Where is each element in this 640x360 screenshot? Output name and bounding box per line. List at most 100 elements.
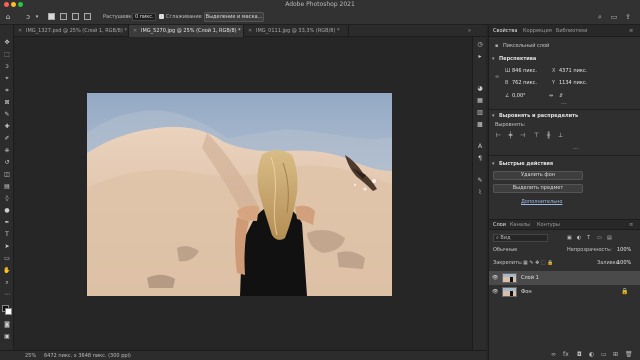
align-left-icon[interactable]: ⊢ bbox=[495, 133, 502, 139]
link-dimensions-icon[interactable]: ∞ bbox=[495, 74, 499, 80]
frame-tool-icon[interactable]: ⊠ bbox=[3, 99, 11, 107]
align-bottom-icon[interactable]: ⊥ bbox=[557, 133, 564, 139]
document-info[interactable]: 6472 пикс. x 3648 пикс. (300 ppi) bbox=[44, 353, 131, 359]
remove-background-button[interactable]: Удалить фон bbox=[493, 171, 583, 180]
paragraph-panel-icon[interactable]: ¶ bbox=[476, 155, 484, 163]
tab-img-5270[interactable]: ✕ IMG_5270.jpg @ 25% (Слой 1, RGB/8) * bbox=[129, 25, 244, 37]
filter-type-icon[interactable]: T bbox=[587, 235, 590, 241]
layer-name[interactable]: Фон bbox=[521, 289, 532, 295]
lasso-icon[interactable]: ↄ bbox=[3, 63, 11, 71]
shape-tool-icon[interactable]: ▭ bbox=[3, 255, 11, 263]
tab-adjustments[interactable]: Коррекция bbox=[523, 25, 552, 37]
lasso-tool-icon[interactable]: ↄ bbox=[24, 13, 32, 21]
layer-filter-select[interactable]: ⌕ Вид bbox=[493, 234, 548, 242]
layer-row[interactable]: 👁 Слой 1 bbox=[489, 271, 640, 285]
document-image[interactable] bbox=[87, 93, 392, 296]
brushes-panel-icon[interactable]: ⌇ bbox=[476, 189, 484, 197]
share-icon[interactable]: ⇪ bbox=[624, 13, 632, 21]
tab-properties[interactable]: Свойства bbox=[493, 25, 517, 37]
select-and-mask-button[interactable]: Выделение и маска... bbox=[204, 12, 264, 22]
canvas-area[interactable] bbox=[14, 37, 486, 350]
filter-smart-icon[interactable]: ▤ bbox=[607, 235, 612, 241]
close-icon[interactable]: ✕ bbox=[133, 25, 137, 37]
tab-channels[interactable]: Каналы bbox=[510, 219, 530, 231]
visibility-eye-icon[interactable]: 👁 bbox=[492, 289, 498, 295]
layer-row[interactable]: 👁 Фон 🔒 bbox=[489, 285, 640, 299]
zoom-level[interactable]: 25% bbox=[25, 353, 36, 359]
search-icon[interactable]: ⌕ bbox=[596, 13, 604, 21]
color-panel-icon[interactable]: ◕ bbox=[476, 85, 484, 93]
add-mask-icon[interactable]: ◘ bbox=[577, 351, 582, 358]
angle-value[interactable]: 0,00° bbox=[512, 93, 526, 99]
panel-menu-icon[interactable]: ≡ bbox=[629, 219, 633, 231]
opacity-value[interactable]: 100% bbox=[617, 247, 631, 253]
blur-tool-icon[interactable]: ◊ bbox=[3, 195, 11, 203]
width-value[interactable]: 846 пикс. bbox=[512, 68, 537, 74]
blend-mode-select[interactable]: Обычные bbox=[493, 247, 517, 253]
actions-panel-icon[interactable]: ▸ bbox=[476, 53, 484, 61]
flip-horizontal-icon[interactable]: ⇹ bbox=[549, 93, 553, 99]
align-middle-v-icon[interactable]: ╫ bbox=[545, 133, 552, 139]
more-tools-icon[interactable]: ⋯ bbox=[3, 291, 11, 299]
chevron-down-icon[interactable]: ▾ bbox=[492, 113, 495, 119]
tab-img-0111[interactable]: ✕ IMG_0111.jpg @ 33,3% (RGB/8) * bbox=[244, 25, 349, 37]
layer-name[interactable]: Слой 1 bbox=[521, 275, 539, 281]
link-layers-icon[interactable]: ∞ bbox=[551, 351, 556, 358]
tabs-overflow-icon[interactable]: » bbox=[464, 25, 484, 37]
workspace-icon[interactable]: ▭ bbox=[610, 13, 618, 21]
adjustment-layer-icon[interactable]: ◐ bbox=[589, 351, 594, 358]
tab-img-1327[interactable]: ✕ IMG_1327.psd @ 25% (Слой 1, RGB/8) * bbox=[14, 25, 129, 37]
tab-libraries[interactable]: Библиотеки bbox=[556, 25, 588, 37]
tab-paths[interactable]: Контуры bbox=[537, 219, 560, 231]
pen-tool-icon[interactable]: ✒ bbox=[3, 219, 11, 227]
marquee-tool-icon[interactable]: ⬚ bbox=[3, 51, 11, 59]
align-top-icon[interactable]: ⊤ bbox=[533, 133, 540, 139]
gradients-panel-icon[interactable]: ▥ bbox=[476, 109, 484, 117]
more-options-icon[interactable]: ··· bbox=[561, 101, 567, 108]
chevron-down-icon[interactable]: ▾ bbox=[492, 161, 495, 167]
chevron-down-icon[interactable]: ▾ bbox=[33, 13, 41, 21]
align-right-icon[interactable]: ⊣ bbox=[519, 133, 526, 139]
history-panel-icon[interactable]: ◷ bbox=[476, 41, 484, 49]
dodge-tool-icon[interactable]: ● bbox=[3, 207, 11, 215]
delete-layer-icon[interactable]: 🗑 bbox=[625, 351, 633, 358]
eyedropper-icon[interactable]: ✎ bbox=[3, 111, 11, 119]
more-options-icon[interactable]: ··· bbox=[573, 146, 579, 153]
visibility-eye-icon[interactable]: 👁 bbox=[492, 275, 498, 281]
group-layers-icon[interactable]: ▭ bbox=[601, 351, 607, 358]
gradient-tool-icon[interactable]: ▤ bbox=[3, 183, 11, 191]
type-tool-icon[interactable]: T bbox=[3, 231, 11, 239]
patterns-panel-icon[interactable]: ▩ bbox=[476, 121, 484, 129]
home-icon[interactable]: ⌂ bbox=[4, 13, 12, 21]
filter-adjust-icon[interactable]: ◐ bbox=[577, 235, 581, 241]
more-link[interactable]: Дополнительно bbox=[521, 199, 562, 205]
move-tool-icon[interactable]: ✥ bbox=[3, 39, 11, 47]
height-value[interactable]: 762 пикс. bbox=[512, 80, 537, 86]
character-panel-icon[interactable]: A bbox=[476, 143, 484, 151]
background-color-swatch[interactable] bbox=[5, 308, 12, 315]
layer-style-icon[interactable]: fx bbox=[563, 351, 569, 358]
panel-menu-icon[interactable]: ≡ bbox=[629, 25, 633, 37]
zoom-tool-icon[interactable]: ⌕ bbox=[3, 279, 11, 287]
tab-layers[interactable]: Слои bbox=[493, 219, 506, 231]
new-layer-icon[interactable]: ⊞ bbox=[613, 351, 618, 358]
hand-tool-icon[interactable]: ✋ bbox=[3, 267, 11, 275]
select-subject-button[interactable]: Выделить предмет bbox=[493, 184, 583, 193]
quick-select-icon[interactable]: ⌖ bbox=[3, 75, 11, 83]
brush-settings-icon[interactable]: ✎ bbox=[476, 177, 484, 185]
brush-tool-icon[interactable]: ✐ bbox=[3, 135, 11, 143]
chevron-down-icon[interactable]: ▾ bbox=[492, 56, 495, 62]
lock-icons[interactable]: ▦ ✎ ✥ ⬚ 🔒 bbox=[523, 260, 553, 266]
x-value[interactable]: 4371 пикс. bbox=[559, 68, 587, 74]
close-icon[interactable]: ✕ bbox=[18, 25, 22, 37]
history-brush-icon[interactable]: ↺ bbox=[3, 159, 11, 167]
align-center-h-icon[interactable]: ╪ bbox=[507, 133, 514, 139]
new-selection-icon[interactable] bbox=[48, 13, 55, 20]
antialias-checkbox[interactable] bbox=[159, 14, 164, 19]
flip-vertical-icon[interactable]: ⇵ bbox=[559, 93, 563, 99]
close-icon[interactable]: ✕ bbox=[248, 25, 252, 37]
clone-stamp-icon[interactable]: ⎈ bbox=[3, 147, 11, 155]
feather-input[interactable]: 0 пикс. bbox=[132, 13, 156, 21]
screen-mode-icon[interactable]: ▣ bbox=[3, 333, 11, 341]
path-select-icon[interactable]: ➤ bbox=[3, 243, 11, 251]
